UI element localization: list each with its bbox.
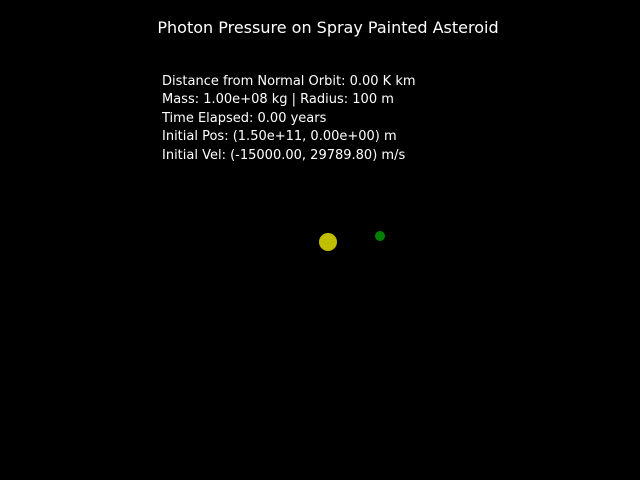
time-elapsed-readout: Time Elapsed: 0.00 years xyxy=(162,110,327,126)
info-panel: Distance from Normal Orbit: 0.00 K km Ma… xyxy=(162,73,416,165)
initial-velocity-readout: Initial Vel: (-15000.00, 29789.80) m/s xyxy=(162,147,406,163)
initial-position-readout: Initial Pos: (1.50e+11, 0.00e+00) m xyxy=(162,129,397,145)
plot-title: Photon Pressure on Spray Painted Asteroi… xyxy=(157,18,499,37)
sun-marker xyxy=(319,233,337,251)
simulation-canvas: Photon Pressure on Spray Painted Asteroi… xyxy=(0,0,640,480)
distance-readout: Distance from Normal Orbit: 0.00 K km xyxy=(162,74,416,89)
mass-radius-readout: Mass: 1.00e+08 kg | Radius: 100 m xyxy=(162,92,394,108)
asteroid-marker xyxy=(375,231,385,241)
